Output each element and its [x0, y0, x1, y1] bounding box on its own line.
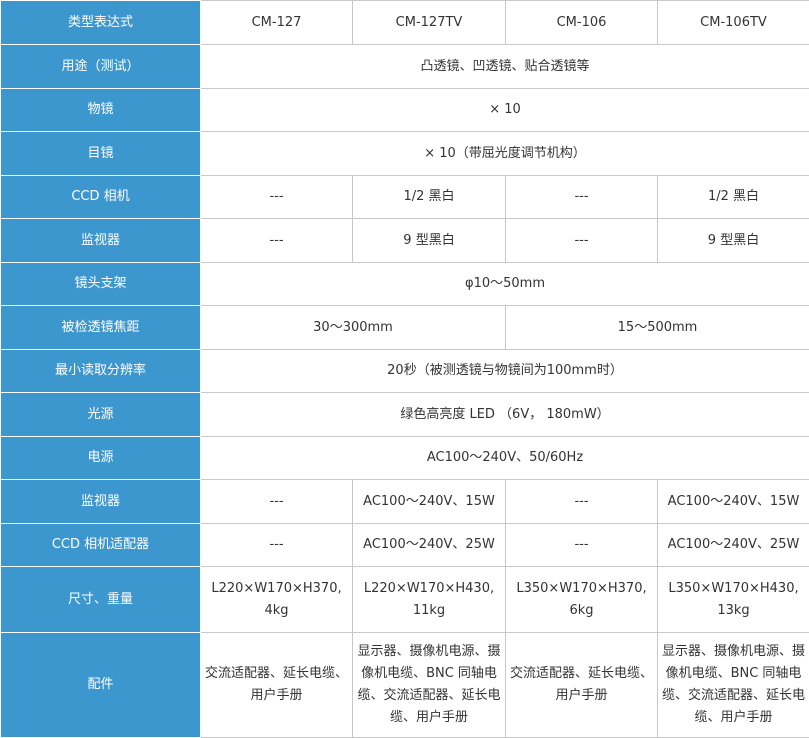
eyepiece-value: × 10（带屈光度调节机构）	[201, 132, 809, 176]
row-monitor-power: 监视器 --- AC100～240V、15W --- AC100～240V、15…	[1, 480, 809, 524]
accessories-cm106tv: 显示器、摄像机电源、摄像机电缆、BNC 同轴电缆、交流适配器、延长电缆、用户手册	[658, 633, 809, 738]
light-source-value: 绿色高亮度 LED （6V， 180mW）	[201, 393, 809, 437]
model-cm127tv: CM-127TV	[353, 1, 506, 45]
row-label-monitor-power: 监视器	[1, 480, 201, 524]
row-label-size-weight: 尺寸、重量	[1, 567, 201, 633]
size-weight: 6kg	[508, 600, 655, 622]
focal-length-cm106: 15～500mm	[506, 306, 809, 350]
ccd-adapter-cm127tv: AC100～240V、25W	[353, 524, 506, 567]
row-objective: 物镜 × 10	[1, 89, 809, 132]
ccd-adapter-cm106: ---	[506, 524, 658, 567]
row-label-ccd-adapter: CCD 相机适配器	[1, 524, 201, 567]
model-cm127: CM-127	[201, 1, 353, 45]
lens-holder-value: φ10～50mm	[201, 263, 809, 306]
focal-length-cm127: 30～300mm	[201, 306, 506, 350]
size-dims: L350×W170×H370,	[508, 578, 655, 600]
row-label-light-source: 光源	[1, 393, 201, 437]
row-eyepiece: 目镜 × 10（带屈光度调节机构）	[1, 132, 809, 176]
row-ccd-adapter: CCD 相机适配器 --- AC100～240V、25W --- AC100～2…	[1, 524, 809, 567]
row-label-accessories: 配件	[1, 633, 201, 738]
monitor-cm127: ---	[201, 219, 353, 263]
resolution-value: 20秒（被测透镜与物镜间为100mm时）	[201, 350, 809, 393]
size-weight-cm106tv: L350×W170×H430, 13kg	[658, 567, 809, 633]
size-weight-cm127: L220×W170×H370, 4kg	[201, 567, 353, 633]
model-cm106: CM-106	[506, 1, 658, 45]
row-usage: 用途（测试） 凸透镜、凹透镜、贴合透镜等	[1, 45, 809, 89]
monitor-cm106tv: 9 型黑白	[658, 219, 809, 263]
monitor-power-cm127tv: AC100～240V、15W	[353, 480, 506, 524]
size-dims: L220×W170×H370,	[203, 578, 350, 600]
usage-value: 凸透镜、凹透镜、贴合透镜等	[201, 45, 809, 89]
row-model: 类型表达式 CM-127 CM-127TV CM-106 CM-106TV	[1, 1, 809, 45]
row-label-resolution: 最小读取分辨率	[1, 350, 201, 393]
row-accessories: 配件 交流适配器、延长电缆、用户手册 显示器、摄像机电源、摄像机电缆、BNC 同…	[1, 633, 809, 738]
accessories-cm127tv: 显示器、摄像机电源、摄像机电缆、BNC 同轴电缆、交流适配器、延长电缆、用户手册	[353, 633, 506, 738]
row-power: 电源 AC100～240V、50/60Hz	[1, 437, 809, 480]
row-label-objective: 物镜	[1, 89, 201, 132]
row-focal-length: 被检透镜焦距 30～300mm 15～500mm	[1, 306, 809, 350]
monitor-power-cm106: ---	[506, 480, 658, 524]
ccd-camera-cm127tv: 1/2 黑白	[353, 176, 506, 219]
row-monitor: 监视器 --- 9 型黑白 --- 9 型黑白	[1, 219, 809, 263]
ccd-camera-cm127: ---	[201, 176, 353, 219]
row-label-monitor: 监视器	[1, 219, 201, 263]
size-dims: L350×W170×H430,	[660, 578, 807, 600]
size-weight-cm127tv: L220×W170×H430, 11kg	[353, 567, 506, 633]
row-label-usage: 用途（测试）	[1, 45, 201, 89]
size-weight: 4kg	[203, 600, 350, 622]
row-lens-holder: 镜头支架 φ10～50mm	[1, 263, 809, 306]
size-dims: L220×W170×H430,	[355, 578, 503, 600]
size-weight: 13kg	[660, 600, 807, 622]
model-cm106tv: CM-106TV	[658, 1, 809, 45]
row-label-focal-length: 被检透镜焦距	[1, 306, 201, 350]
row-label-eyepiece: 目镜	[1, 132, 201, 176]
accessories-cm127: 交流适配器、延长电缆、用户手册	[201, 633, 353, 738]
row-ccd-camera: CCD 相机 --- 1/2 黑白 --- 1/2 黑白	[1, 176, 809, 219]
row-size-weight: 尺寸、重量 L220×W170×H370, 4kg L220×W170×H430…	[1, 567, 809, 633]
ccd-camera-cm106: ---	[506, 176, 658, 219]
row-label-lens-holder: 镜头支架	[1, 263, 201, 306]
monitor-power-cm106tv: AC100～240V、15W	[658, 480, 809, 524]
power-value: AC100～240V、50/60Hz	[201, 437, 809, 480]
accessories-cm106: 交流适配器、延长电缆、用户手册	[506, 633, 658, 738]
row-resolution: 最小读取分辨率 20秒（被测透镜与物镜间为100mm时）	[1, 350, 809, 393]
ccd-camera-cm106tv: 1/2 黑白	[658, 176, 809, 219]
ccd-adapter-cm106tv: AC100～240V、25W	[658, 524, 809, 567]
size-weight-cm106: L350×W170×H370, 6kg	[506, 567, 658, 633]
row-label-power: 电源	[1, 437, 201, 480]
size-weight: 11kg	[355, 600, 503, 622]
spec-table: 类型表达式 CM-127 CM-127TV CM-106 CM-106TV 用途…	[0, 0, 809, 738]
monitor-cm127tv: 9 型黑白	[353, 219, 506, 263]
row-label-ccd-camera: CCD 相机	[1, 176, 201, 219]
ccd-adapter-cm127: ---	[201, 524, 353, 567]
row-light-source: 光源 绿色高亮度 LED （6V， 180mW）	[1, 393, 809, 437]
objective-value: × 10	[201, 89, 809, 132]
monitor-power-cm127: ---	[201, 480, 353, 524]
row-label-model: 类型表达式	[1, 1, 201, 45]
monitor-cm106: ---	[506, 219, 658, 263]
